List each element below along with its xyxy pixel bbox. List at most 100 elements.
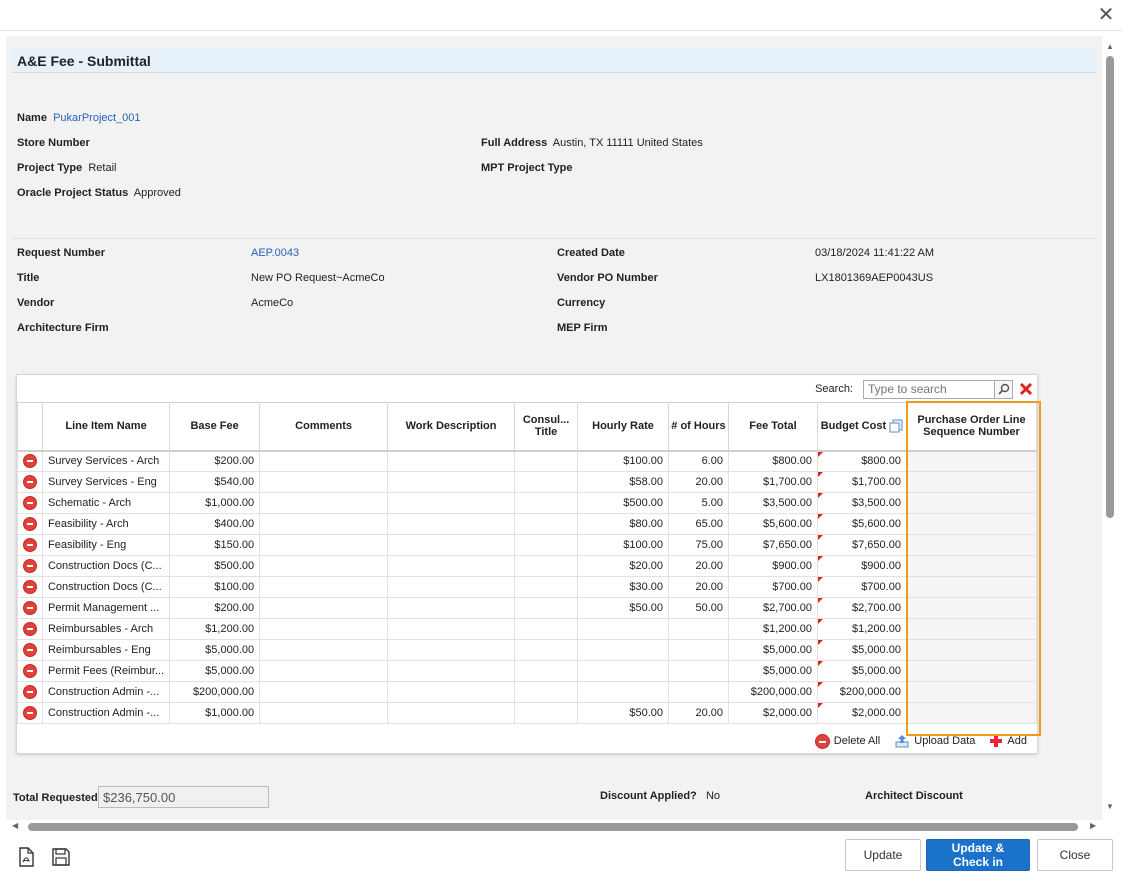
col-comments[interactable]: Comments [259,402,389,452]
line-item-name-cell[interactable]: Construction Docs (C... [41,576,171,598]
fee-total-cell[interactable]: $200,000.00 [727,681,818,703]
po-line-sequence-cell[interactable] [905,576,1038,598]
consultant-title-cell[interactable] [514,492,579,514]
hours-cell[interactable]: 6.00 [668,450,729,472]
delete-row-icon[interactable] [22,517,37,531]
delete-row-cell[interactable] [17,618,43,640]
comments-cell[interactable] [259,702,389,724]
budget-cost-cell[interactable]: $700.00 [816,576,907,598]
hourly-rate-cell[interactable]: $50.00 [577,597,669,619]
save-icon[interactable] [50,846,72,868]
delete-row-cell[interactable] [17,534,43,556]
consultant-title-cell[interactable] [514,618,579,640]
comments-cell[interactable] [259,555,389,577]
fee-total-cell[interactable]: $700.00 [727,576,818,598]
base-fee-cell[interactable]: $540.00 [169,471,261,493]
hourly-rate-cell[interactable]: $80.00 [577,513,669,535]
budget-cost-cell[interactable]: $900.00 [816,555,907,577]
work-description-cell[interactable] [387,681,516,703]
comments-cell[interactable] [259,639,389,661]
col-budget-cost[interactable]: Budget Cost [816,402,907,452]
consultant-title-cell[interactable] [514,639,579,661]
po-line-sequence-cell[interactable] [905,492,1038,514]
col-po-line-sequence[interactable]: Purchase Order Line Sequence Number [905,402,1038,452]
line-item-name-cell[interactable]: Permit Management ... [41,597,171,619]
delete-row-icon[interactable] [22,580,37,594]
consultant-title-cell[interactable] [514,597,579,619]
table-row[interactable]: Survey Services - Arch $200.00 $100.00 6.00… [17,450,1038,472]
delete-row-cell[interactable] [17,450,43,472]
table-row[interactable]: Permit Fees (Reimbur... $5,000.00 $5,000.0… [17,660,1038,682]
consultant-title-cell[interactable] [514,450,579,472]
col-base-fee[interactable]: Base Fee [169,402,261,452]
comments-cell[interactable] [259,681,389,703]
hours-cell[interactable]: 20.00 [668,702,729,724]
base-fee-cell[interactable]: $100.00 [169,576,261,598]
delete-row-icon[interactable] [22,601,37,615]
table-row[interactable]: Reimbursables - Eng $5,000.00 $5,000.00 $5,… [17,639,1038,661]
delete-row-cell[interactable] [17,660,43,682]
hours-cell[interactable] [668,660,729,682]
horizontal-scroll-thumb[interactable] [28,823,1078,831]
work-description-cell[interactable] [387,597,516,619]
work-description-cell[interactable] [387,555,516,577]
work-description-cell[interactable] [387,534,516,556]
close-button[interactable]: Close [1037,839,1113,871]
col-fee-total[interactable]: Fee Total [727,402,818,452]
budget-cost-cell[interactable]: $3,500.00 [816,492,907,514]
work-description-cell[interactable] [387,618,516,640]
hours-cell[interactable]: 5.00 [668,492,729,514]
line-item-name-cell[interactable]: Feasibility - Eng [41,534,171,556]
delete-row-icon[interactable] [22,559,37,573]
work-description-cell[interactable] [387,702,516,724]
work-description-cell[interactable] [387,639,516,661]
base-fee-cell[interactable]: $1,200.00 [169,618,261,640]
table-row[interactable]: Feasibility - Arch $400.00 $80.00 65.00 $5,6… [17,513,1038,535]
comments-cell[interactable] [259,534,389,556]
copy-icon[interactable] [889,419,903,433]
hourly-rate-cell[interactable]: $20.00 [577,555,669,577]
base-fee-cell[interactable]: $200.00 [169,450,261,472]
col-hours[interactable]: # of Hours [668,402,729,452]
hourly-rate-cell[interactable]: $30.00 [577,576,669,598]
hourly-rate-cell[interactable]: $58.00 [577,471,669,493]
consultant-title-cell[interactable] [514,471,579,493]
delete-row-icon[interactable] [22,622,37,636]
hours-cell[interactable] [668,639,729,661]
col-line-item-name[interactable]: Line Item Name [41,402,171,452]
delete-all-button[interactable]: Delete All [814,733,880,749]
hourly-rate-cell[interactable]: $100.00 [577,450,669,472]
table-row[interactable]: Survey Services - Eng $540.00 $58.00 20.00 $… [17,471,1038,493]
hourly-rate-cell[interactable] [577,639,669,661]
comments-cell[interactable] [259,450,389,472]
table-row[interactable]: Construction Admin -... $1,000.00 $50.00 20… [17,702,1038,724]
search-icon[interactable] [995,379,1013,399]
budget-cost-cell[interactable]: $1,200.00 [816,618,907,640]
col-consultant-title[interactable]: Consul... Title [514,402,579,452]
scroll-right-icon[interactable]: ▶ [1090,821,1096,830]
hourly-rate-cell[interactable] [577,681,669,703]
request-number-link[interactable]: AEP.0043 [251,247,299,259]
delete-row-icon[interactable] [22,685,37,699]
comments-cell[interactable] [259,513,389,535]
horizontal-scrollbar[interactable]: ◀ ▶ [6,820,1102,834]
table-row[interactable]: Schematic - Arch $1,000.00 $500.00 5.00 $3,5… [17,492,1038,514]
delete-row-cell[interactable] [17,576,43,598]
pdf-icon[interactable] [15,846,37,868]
consultant-title-cell[interactable] [514,513,579,535]
update-button[interactable]: Update [845,839,921,871]
hourly-rate-cell[interactable]: $100.00 [577,534,669,556]
consultant-title-cell[interactable] [514,702,579,724]
hours-cell[interactable]: 20.00 [668,576,729,598]
line-item-name-cell[interactable]: Survey Services - Arch [41,450,171,472]
hourly-rate-cell[interactable] [577,618,669,640]
budget-cost-cell[interactable]: $200,000.00 [816,681,907,703]
po-line-sequence-cell[interactable] [905,471,1038,493]
fee-total-cell[interactable]: $5,600.00 [727,513,818,535]
consultant-title-cell[interactable] [514,681,579,703]
po-line-sequence-cell[interactable] [905,702,1038,724]
line-item-name-cell[interactable]: Construction Admin -... [41,702,171,724]
delete-row-icon[interactable] [22,475,37,489]
hours-cell[interactable]: 50.00 [668,597,729,619]
comments-cell[interactable] [259,618,389,640]
